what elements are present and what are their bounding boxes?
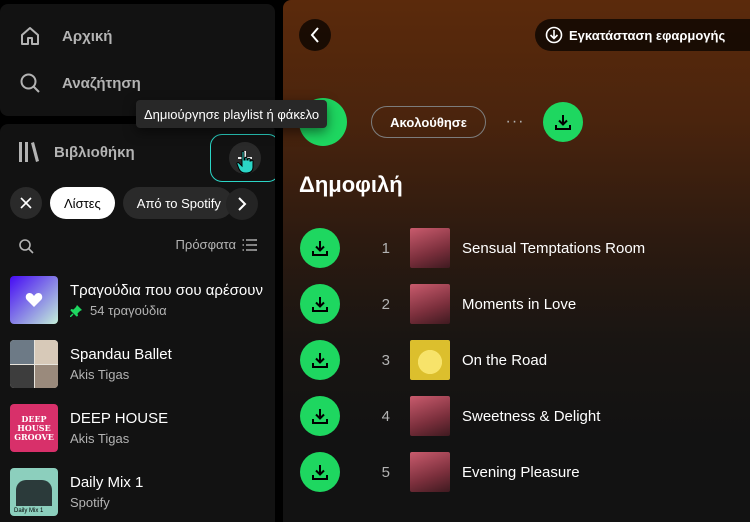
back-button[interactable] (299, 19, 331, 51)
heart-icon (25, 293, 43, 307)
daily-mix-cover: Daily Mix 1 (10, 468, 58, 516)
track-row[interactable]: 5 Evening Pleasure (300, 450, 740, 494)
track-row[interactable]: 2 Moments in Love (300, 282, 740, 326)
library-search-icon[interactable] (18, 238, 34, 254)
library-item-subtitle: 54 τραγούδια (90, 303, 167, 318)
pin-icon (70, 304, 82, 317)
download-icon (312, 241, 328, 256)
nav-home[interactable]: Αρχική (18, 16, 112, 56)
track-number: 3 (381, 351, 390, 369)
follow-button[interactable]: Ακολούθησε (371, 106, 486, 138)
download-icon (312, 297, 328, 312)
library-item-subtitle: Akis Tigas (70, 431, 130, 446)
track-number: 4 (381, 407, 390, 425)
download-button[interactable] (543, 102, 583, 142)
create-playlist-tooltip: Δημιούργησε playlist ή φάκελο (136, 100, 328, 128)
deep-house-cover: DEEP HOUSE GROOVE (10, 404, 58, 452)
track-artwork (410, 228, 450, 268)
library-item-subtitle: Akis Tigas (70, 367, 130, 382)
library-item[interactable]: Daily Mix 1 Daily Mix 1 Spotify (10, 468, 268, 516)
more-options-button[interactable]: ··· (503, 106, 527, 138)
download-icon (555, 115, 571, 130)
track-download-button[interactable] (300, 228, 340, 268)
library-item-title: DEEP HOUSE (70, 410, 169, 427)
sort-dropdown[interactable]: Πρόσφατα (176, 237, 258, 252)
library-item-title: Τραγούδια που σου αρέσουν (70, 282, 263, 299)
library-item[interactable]: DEEP HOUSE GROOVE DEEP HOUSE Akis Tigas (10, 404, 268, 452)
hand-cursor-icon (236, 150, 254, 174)
liked-songs-cover (10, 276, 58, 324)
library-header[interactable]: Βιβλιοθήκη (18, 140, 135, 164)
library-item[interactable]: Spandau Ballet Akis Tigas (10, 340, 268, 388)
track-artwork (410, 340, 450, 380)
library-item-subtitle: Spotify (70, 495, 110, 510)
nav-home-label: Αρχική (62, 27, 113, 45)
library-panel: Βιβλιοθήκη Λίστες Από το Spotify Πρόσφατ… (0, 124, 275, 522)
track-row[interactable]: 4 Sweetness & Delight (300, 394, 740, 438)
install-app-label: Εγκατάσταση εφαρμογής (569, 27, 726, 43)
list-icon (242, 238, 257, 251)
track-title[interactable]: Sensual Temptations Room (462, 240, 645, 257)
search-icon (20, 73, 40, 93)
cover-caption: Daily Mix 1 (14, 508, 44, 514)
popular-section-title: Δημοφιλή (299, 172, 403, 197)
nav-search-label: Αναζήτηση (62, 74, 141, 92)
track-row[interactable]: 1 Sensual Temptations Room (300, 226, 740, 270)
library-item-title: Spandau Ballet (70, 346, 172, 363)
sort-label: Πρόσφατα (175, 237, 236, 252)
track-artwork (410, 452, 450, 492)
chip-playlists[interactable]: Λίστες (50, 187, 115, 219)
chevron-left-icon (310, 27, 319, 43)
filter-chips: Λίστες Από το Spotify (10, 187, 233, 219)
track-download-button[interactable] (300, 284, 340, 324)
main-view: Εγκατάσταση εφαρμογής Ακολούθησε ··· Δημ… (283, 0, 750, 522)
track-title[interactable]: Sweetness & Delight (462, 408, 600, 425)
track-row[interactable]: 3 On the Road (300, 338, 740, 382)
track-download-button[interactable] (300, 340, 340, 380)
chips-scroll-right-button[interactable] (226, 188, 258, 220)
download-icon (312, 465, 328, 480)
clear-filter-button[interactable] (10, 187, 42, 219)
chevron-right-icon (238, 197, 247, 211)
library-search-row: Πρόσφατα (18, 236, 258, 256)
cover-text-line-3: GROOVE (14, 431, 54, 442)
track-number: 5 (381, 463, 390, 481)
track-artwork (410, 396, 450, 436)
track-number: 1 (381, 239, 390, 257)
download-circle-icon (545, 26, 563, 44)
track-title[interactable]: Evening Pleasure (462, 464, 580, 481)
spandau-ballet-cover (10, 340, 58, 388)
chip-by-spotify[interactable]: Από το Spotify (122, 187, 233, 219)
home-icon (21, 27, 39, 45)
library-title: Βιβλιοθήκη (54, 143, 135, 161)
nav-search[interactable]: Αναζήτηση (18, 63, 141, 103)
install-app-button[interactable]: Εγκατάσταση εφαρμογής (535, 19, 750, 51)
track-number: 2 (381, 295, 390, 313)
library-icon (19, 142, 39, 162)
library-item[interactable]: Τραγούδια που σου αρέσουν 54 τραγούδια (10, 276, 268, 324)
track-title[interactable]: Moments in Love (462, 296, 576, 313)
track-download-button[interactable] (300, 452, 340, 492)
download-icon (312, 353, 328, 368)
library-item-title: Daily Mix 1 (70, 474, 144, 491)
close-icon (20, 197, 32, 209)
track-download-button[interactable] (300, 396, 340, 436)
track-artwork (410, 284, 450, 324)
download-icon (312, 409, 328, 424)
track-title[interactable]: On the Road (462, 352, 547, 369)
